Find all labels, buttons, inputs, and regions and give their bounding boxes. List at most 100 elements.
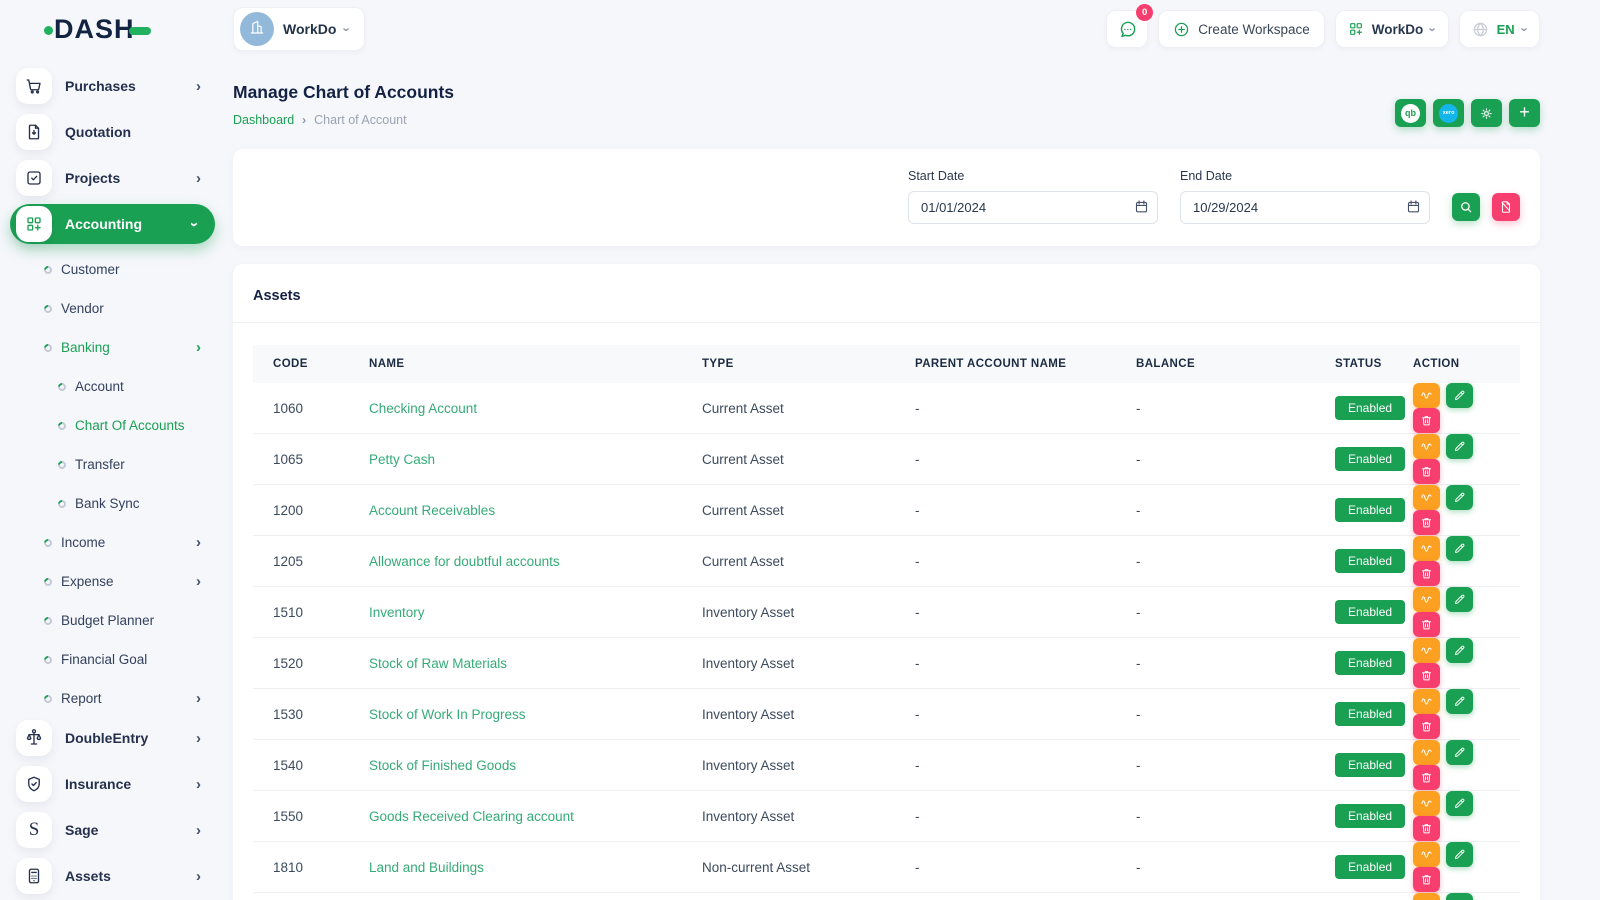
sidebar-item-chart-of-accounts[interactable]: Chart Of Accounts [10, 406, 215, 445]
delete-button[interactable] [1413, 765, 1440, 790]
sidebar-item-sage[interactable]: SSage› [10, 810, 215, 850]
delete-button[interactable] [1413, 510, 1440, 535]
delete-button[interactable] [1413, 867, 1440, 892]
settings-button[interactable] [1471, 99, 1502, 127]
trash-icon [1420, 873, 1433, 886]
xero-button[interactable]: xero [1433, 99, 1464, 127]
cell-type: Inventory Asset [682, 740, 895, 791]
sidebar-item-banking[interactable]: Banking› [10, 328, 215, 367]
activity-button[interactable] [1413, 689, 1440, 714]
calendar-icon[interactable] [1134, 199, 1149, 214]
sidebar-item-transfer[interactable]: Transfer [10, 445, 215, 484]
edit-button[interactable] [1446, 689, 1473, 714]
activity-button[interactable] [1413, 434, 1440, 459]
cell-type: Current Asset [682, 434, 895, 485]
activity-button[interactable] [1413, 893, 1440, 900]
account-name-link[interactable]: Allowance for doubtful accounts [369, 554, 560, 569]
activity-button[interactable] [1413, 587, 1440, 612]
messages-button[interactable]: 0 [1106, 10, 1148, 48]
sidebar-item-quotation[interactable]: Quotation [10, 112, 215, 152]
account-name-link[interactable]: Land and Buildings [369, 860, 484, 875]
sidebar-item-insurance[interactable]: Insurance› [10, 764, 215, 804]
account-name-link[interactable]: Stock of Raw Materials [369, 656, 507, 671]
sidebar-item-expense[interactable]: Expense› [10, 562, 215, 601]
delete-button[interactable] [1413, 714, 1440, 739]
sidebar-item-purchases[interactable]: Purchases› [10, 66, 215, 106]
end-date-input[interactable] [1180, 191, 1430, 224]
sidebar-item-budget-planner[interactable]: Budget Planner [10, 601, 215, 640]
sidebar-item-financial-goal[interactable]: Financial Goal [10, 640, 215, 679]
edit-button[interactable] [1446, 842, 1473, 867]
edit-button[interactable] [1446, 383, 1473, 408]
activity-button[interactable] [1413, 638, 1440, 663]
edit-button[interactable] [1446, 638, 1473, 663]
account-name-link[interactable]: Goods Received Clearing account [369, 809, 574, 824]
sidebar-item-label: Income [61, 535, 105, 550]
sidebar-item-accounting[interactable]: Accounting› [10, 204, 215, 244]
sidebar-item-income[interactable]: Income› [10, 523, 215, 562]
account-name-link[interactable]: Stock of Work In Progress [369, 707, 526, 722]
quickbooks-button[interactable]: qb [1395, 99, 1426, 127]
sidebar-item-report[interactable]: Report› [10, 679, 215, 718]
account-name-link[interactable]: Petty Cash [369, 452, 435, 467]
trash-icon [1420, 465, 1433, 478]
sidebar-item-vendor[interactable]: Vendor [10, 289, 215, 328]
activity-button[interactable] [1413, 842, 1440, 867]
sidebar-item-doubleentry[interactable]: DoubleEntry› [10, 718, 215, 758]
activity-button[interactable] [1413, 791, 1440, 816]
sidebar-item-bank-sync[interactable]: Bank Sync [10, 484, 215, 523]
shield-check-icon [16, 766, 52, 802]
add-account-button[interactable]: + [1509, 99, 1540, 127]
app-logo[interactable]: DASH [0, 0, 225, 58]
activity-button[interactable] [1413, 485, 1440, 510]
delete-button[interactable] [1413, 561, 1440, 586]
pencil-icon [1453, 389, 1466, 402]
account-name-link[interactable]: Stock of Finished Goods [369, 758, 516, 773]
account-name-link[interactable]: Checking Account [369, 401, 477, 416]
edit-button[interactable] [1446, 740, 1473, 765]
activity-button[interactable] [1413, 383, 1440, 408]
bullet-icon [56, 459, 67, 470]
sidebar-item-projects[interactable]: Projects› [10, 158, 215, 198]
account-name-link[interactable]: Account Receivables [369, 503, 495, 518]
delete-button[interactable] [1413, 459, 1440, 484]
calendar-icon[interactable] [1406, 199, 1421, 214]
wave-icon [1420, 440, 1433, 453]
activity-button[interactable] [1413, 536, 1440, 561]
apply-filter-button[interactable] [1452, 193, 1480, 221]
start-date-group: Start Date [908, 169, 1158, 224]
activity-button[interactable] [1413, 740, 1440, 765]
sidebar-item-customer[interactable]: Customer [10, 250, 215, 289]
sidebar-item-account[interactable]: Account [10, 367, 215, 406]
calculator-icon [16, 858, 52, 894]
create-workspace-button[interactable]: Create Workspace [1158, 10, 1325, 48]
messages-badge: 0 [1136, 4, 1153, 21]
edit-button[interactable] [1446, 536, 1473, 561]
cell-code: 1065 [253, 434, 349, 485]
language-selector[interactable]: EN › [1459, 10, 1540, 48]
edit-button[interactable] [1446, 587, 1473, 612]
edit-button[interactable] [1446, 434, 1473, 459]
bullet-icon [56, 498, 67, 509]
reset-filter-button[interactable] [1492, 193, 1520, 221]
pencil-icon [1453, 746, 1466, 759]
delete-button[interactable] [1413, 612, 1440, 637]
edit-button[interactable] [1446, 485, 1473, 510]
bullet-icon [42, 264, 53, 275]
account-name-link[interactable]: Inventory [369, 605, 425, 620]
workdo-dropdown[interactable]: WorkDo › [1335, 10, 1449, 48]
delete-button[interactable] [1413, 663, 1440, 688]
sidebar-item-assets[interactable]: Assets› [10, 856, 215, 896]
edit-button[interactable] [1446, 893, 1473, 900]
edit-button[interactable] [1446, 791, 1473, 816]
breadcrumb-dashboard-link[interactable]: Dashboard [233, 113, 294, 127]
cell-code: 1540 [253, 740, 349, 791]
accounts-card: Assets CODENAMETYPEPARENT ACCOUNT NAMEBA… [233, 264, 1540, 900]
workspace-selector[interactable]: WorkDo › [233, 7, 365, 51]
start-date-input[interactable] [908, 191, 1158, 224]
workspace-avatar [240, 12, 274, 46]
chevron-right-icon: › [196, 574, 201, 589]
delete-button[interactable] [1413, 408, 1440, 433]
chevron-down-icon: › [1517, 27, 1532, 31]
delete-button[interactable] [1413, 816, 1440, 841]
